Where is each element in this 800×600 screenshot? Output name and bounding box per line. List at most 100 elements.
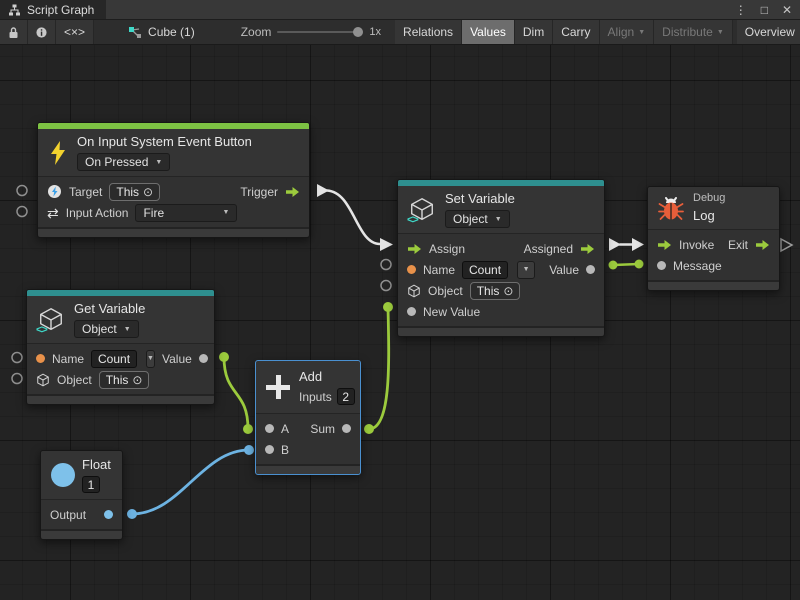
caret-down-icon: ▼ <box>638 29 645 36</box>
code-view-icon: <×> <box>64 25 85 39</box>
value-port-icon[interactable] <box>657 261 666 270</box>
port-setvar-name-unconnected[interactable] <box>381 260 391 270</box>
wire-getvalue-a[interactable] <box>219 352 253 434</box>
toolbar-button-distribute[interactable]: Distribute ▼ <box>654 20 733 44</box>
node-footer <box>41 529 122 539</box>
tab-bar: Script Graph ⋮ □ ✕ <box>0 0 800 20</box>
value-port-icon[interactable] <box>199 354 208 363</box>
caret-down-icon: ▼ <box>124 326 131 333</box>
context-label: Cube (1) <box>148 25 195 39</box>
get-variable-kind-dropdown[interactable]: Object ▼ <box>74 320 139 338</box>
target-picker-icon: ⊙ <box>143 185 153 199</box>
wire-value-message[interactable] <box>609 260 644 270</box>
port-getvar-object-unconnected[interactable] <box>12 374 22 384</box>
port-row-a: A Sum <box>256 418 360 439</box>
port-setvar-object-unconnected[interactable] <box>381 281 391 291</box>
zoom-label: Zoom <box>241 25 272 39</box>
tab-title: Script Graph <box>27 3 94 17</box>
node-set-variable[interactable]: <> Set Variable Object ▼ Assign <box>397 179 605 337</box>
close-icon[interactable]: ✕ <box>782 4 792 16</box>
string-port-icon[interactable] <box>407 265 416 274</box>
toolbar-button-dim[interactable]: Dim <box>515 20 553 44</box>
graph-canvas[interactable]: On Input System Event Button On Pressed … <box>0 45 800 600</box>
event-mode-dropdown[interactable]: On Pressed ▼ <box>77 153 170 171</box>
wire-float-b[interactable] <box>127 445 254 519</box>
tab-script-graph[interactable]: Script Graph <box>0 0 106 19</box>
float-icon <box>51 463 75 487</box>
wire-trigger-assign[interactable] <box>317 184 393 251</box>
node-title: Log <box>693 208 715 224</box>
lock-icon <box>8 26 19 39</box>
node-float[interactable]: Float 1 Output <box>40 450 123 540</box>
flow-arrow-icon[interactable] <box>285 186 300 198</box>
port-target-unconnected[interactable] <box>17 186 27 196</box>
input-action-dropdown[interactable]: Fire ▼ <box>135 204 237 222</box>
node-debug-log[interactable]: Debug Log Invoke Exit <box>647 186 780 291</box>
zoom-slider[interactable] <box>277 31 363 33</box>
bug-icon <box>658 195 684 221</box>
port-row-invoke: Invoke Exit <box>648 234 779 255</box>
node-event[interactable]: On Input System Event Button On Pressed … <box>37 122 310 238</box>
port-row-object: Object This ⊙ <box>398 280 604 301</box>
port-row-name: Name Count ▼ Value <box>398 259 604 280</box>
flow-arrow-icon[interactable] <box>580 243 595 255</box>
port-inputaction-unconnected[interactable] <box>17 207 27 217</box>
node-footer <box>398 326 604 336</box>
node-add[interactable]: Add Inputs 2 A Sum <box>255 360 361 475</box>
menu-icon[interactable]: ⋮ <box>735 4 747 16</box>
port-row-input-action: ⇄ Input Action Fire ▼ <box>38 202 309 223</box>
code-view-button[interactable]: <×> <box>56 20 94 44</box>
object-field[interactable]: This ⊙ <box>99 371 150 389</box>
zoom-slider-handle[interactable] <box>353 27 363 37</box>
float-port-icon[interactable] <box>104 510 113 519</box>
input-action-icon: ⇄ <box>47 206 59 220</box>
port-row-output: Output <box>41 504 122 525</box>
caret-down-icon: ▼ <box>147 355 154 362</box>
variable-cube-icon: <> <box>37 306 65 334</box>
flow-arrow-icon[interactable] <box>755 239 770 251</box>
toolbar-button-align[interactable]: Align ▼ <box>600 20 655 44</box>
wire-sum-newvalue[interactable] <box>364 302 393 434</box>
target-picker-icon: ⊙ <box>132 373 142 387</box>
maximize-icon[interactable]: □ <box>761 4 768 16</box>
caret-down-icon: ▼ <box>155 159 162 166</box>
toolbar-button-overview[interactable]: Overview <box>737 20 800 44</box>
value-port-icon[interactable] <box>265 445 274 454</box>
port-getvar-name-unconnected[interactable] <box>12 353 22 363</box>
toolbar-button-relations[interactable]: Relations <box>395 20 462 44</box>
value-port-icon[interactable] <box>407 307 416 316</box>
info-icon <box>36 26 47 39</box>
port-exit-unconnected[interactable] <box>781 239 792 251</box>
plus-icon <box>266 375 290 399</box>
target-object-field[interactable]: This ⊙ <box>109 183 160 201</box>
variable-name-dropdown[interactable]: ▼ <box>517 261 535 279</box>
cube-icon <box>36 373 50 387</box>
node-footer <box>38 227 309 237</box>
float-value-field[interactable]: 1 <box>82 476 100 493</box>
lock-button[interactable] <box>0 20 28 44</box>
wire-assigned-invoke[interactable] <box>609 238 644 251</box>
set-variable-kind-dropdown[interactable]: Object ▼ <box>445 210 510 228</box>
port-row-message: Message <box>648 255 779 276</box>
value-port-icon[interactable] <box>342 424 351 433</box>
variable-name-field[interactable]: Count <box>462 261 508 279</box>
value-port-icon[interactable] <box>265 424 274 433</box>
inputs-count-field[interactable]: 2 <box>337 388 355 405</box>
variable-name-dropdown[interactable]: ▼ <box>146 350 155 368</box>
object-field[interactable]: This ⊙ <box>470 282 521 300</box>
caret-down-icon: ▼ <box>717 29 724 36</box>
node-footer <box>256 464 360 474</box>
value-port-icon[interactable] <box>586 265 595 274</box>
graph-context[interactable]: Cube (1) <box>120 20 203 44</box>
toolbar-button-carry[interactable]: Carry <box>553 20 599 44</box>
string-port-icon[interactable] <box>36 354 45 363</box>
info-button[interactable] <box>28 20 56 44</box>
flow-arrow-icon[interactable] <box>657 239 672 251</box>
graph-toolbar: <×> Cube (1) Zoom 1x Relations Values Di… <box>0 20 800 45</box>
flow-arrow-icon[interactable] <box>407 243 422 255</box>
lightning-bolt-icon <box>48 140 68 166</box>
toolbar-button-values[interactable]: Values <box>462 20 515 44</box>
node-get-variable[interactable]: <> Get Variable Object ▼ Name Count ▼ <box>26 289 215 405</box>
variable-name-field[interactable]: Count <box>91 350 137 368</box>
variable-cube-icon: <> <box>408 196 436 224</box>
